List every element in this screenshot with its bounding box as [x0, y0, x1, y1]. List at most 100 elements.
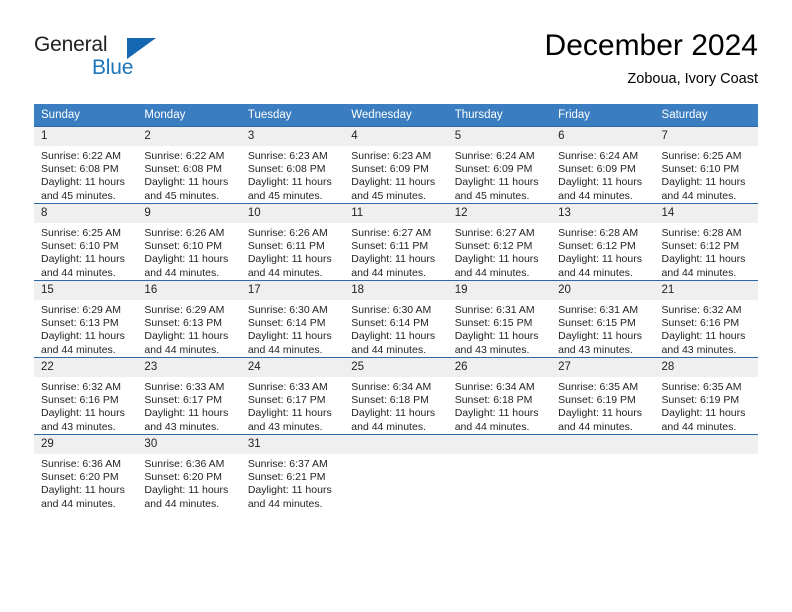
day-number: 14 [654, 204, 758, 223]
sunrise-text: Sunrise: 6:22 AM [41, 150, 121, 162]
day-cell[interactable]: 13 Sunrise: 6:28 AM Sunset: 6:12 PM Dayl… [551, 203, 655, 281]
weekday-header-sunday: Sunday [34, 104, 138, 127]
sunrise-text: Sunrise: 6:31 AM [558, 304, 639, 316]
day-number [551, 435, 655, 454]
sunrise-sunset-calendar: Sunday Monday Tuesday Wednesday Thursday… [34, 104, 758, 511]
day-cell[interactable]: 22 Sunrise: 6:32 AM Sunset: 6:16 PM Dayl… [34, 357, 138, 435]
day-cell[interactable]: 20 Sunrise: 6:31 AM Sunset: 6:15 PM Dayl… [551, 280, 655, 358]
day-cell[interactable]: 26 Sunrise: 6:34 AM Sunset: 6:18 PM Dayl… [447, 357, 552, 435]
day-number: 16 [137, 281, 241, 300]
daylight-text-line2: and 44 minutes. [558, 189, 633, 202]
daylight-text-line2: and 45 minutes. [144, 189, 220, 202]
day-details: Sunrise: 6:33 AM Sunset: 6:17 PM Dayligh… [137, 377, 240, 434]
day-cell[interactable]: 10 Sunrise: 6:26 AM Sunset: 6:11 PM Dayl… [240, 203, 345, 281]
day-number: 1 [34, 127, 138, 146]
sunrise-text: Sunrise: 6:25 AM [661, 150, 742, 162]
day-cell[interactable]: 19 Sunrise: 6:31 AM Sunset: 6:15 PM Dayl… [447, 280, 552, 358]
sunset-text: Sunset: 6:08 PM [144, 163, 223, 176]
day-number: 31 [240, 435, 345, 454]
week-row: 15 Sunrise: 6:29 AM Sunset: 6:13 PM Dayl… [34, 280, 758, 358]
day-cell[interactable]: 3 Sunrise: 6:23 AM Sunset: 6:08 PM Dayli… [240, 126, 345, 204]
day-cell[interactable]: 11 Sunrise: 6:27 AM Sunset: 6:11 PM Dayl… [344, 203, 448, 281]
sunrise-text: Sunrise: 6:29 AM [41, 304, 121, 316]
day-cell[interactable]: 2 Sunrise: 6:22 AM Sunset: 6:08 PM Dayli… [137, 126, 241, 204]
daylight-text-line2: and 44 minutes. [558, 266, 633, 279]
day-cell[interactable]: 15 Sunrise: 6:29 AM Sunset: 6:13 PM Dayl… [34, 280, 138, 358]
sunrise-text: Sunrise: 6:28 AM [661, 227, 742, 239]
day-number: 15 [34, 281, 138, 300]
day-cell[interactable]: 8 Sunrise: 6:25 AM Sunset: 6:10 PM Dayli… [34, 203, 138, 281]
day-number [344, 435, 448, 454]
sunrise-text: Sunrise: 6:34 AM [454, 381, 535, 393]
day-cell[interactable]: 17 Sunrise: 6:30 AM Sunset: 6:14 PM Dayl… [240, 280, 345, 358]
day-number: 11 [344, 204, 448, 223]
day-cell[interactable]: 18 Sunrise: 6:30 AM Sunset: 6:14 PM Dayl… [344, 280, 448, 358]
day-number: 30 [137, 435, 241, 454]
sunset-text: Sunset: 6:17 PM [247, 394, 326, 407]
daylight-text-line1: Daylight: 11 hours [454, 407, 539, 420]
day-cell[interactable]: 23 Sunrise: 6:33 AM Sunset: 6:17 PM Dayl… [137, 357, 241, 435]
daylight-text-line1: Daylight: 11 hours [454, 330, 539, 343]
day-number: 24 [240, 358, 345, 377]
day-cell[interactable]: 27 Sunrise: 6:35 AM Sunset: 6:19 PM Dayl… [551, 357, 655, 435]
day-cell[interactable]: 21 Sunrise: 6:32 AM Sunset: 6:16 PM Dayl… [654, 280, 758, 358]
daylight-text-line1: Daylight: 11 hours [144, 484, 229, 497]
day-cell[interactable]: 5 Sunrise: 6:24 AM Sunset: 6:09 PM Dayli… [447, 126, 552, 204]
day-cell[interactable]: 6 Sunrise: 6:24 AM Sunset: 6:09 PM Dayli… [551, 126, 655, 204]
day-cell[interactable]: 1 Sunrise: 6:22 AM Sunset: 6:08 PM Dayli… [34, 126, 138, 204]
daylight-text-line2: and 45 minutes. [247, 189, 323, 202]
daylight-text-line1: Daylight: 11 hours [351, 407, 436, 420]
day-details: Sunrise: 6:28 AM Sunset: 6:12 PM Dayligh… [655, 223, 758, 280]
day-cell[interactable]: 7 Sunrise: 6:25 AM Sunset: 6:10 PM Dayli… [654, 126, 758, 204]
daylight-text-line2: and 44 minutes. [661, 266, 737, 279]
day-number: 21 [654, 281, 758, 300]
daylight-text-line2: and 44 minutes. [144, 343, 220, 356]
sunset-text: Sunset: 6:13 PM [41, 317, 119, 330]
daylight-text-line2: and 44 minutes. [351, 343, 426, 356]
page-header: General Blue December 2024 Zoboua, Ivory… [0, 0, 792, 96]
day-cell[interactable]: 9 Sunrise: 6:26 AM Sunset: 6:10 PM Dayli… [137, 203, 241, 281]
day-cell[interactable]: 31 Sunrise: 6:37 AM Sunset: 6:21 PM Dayl… [240, 434, 345, 511]
daylight-text-line1: Daylight: 11 hours [41, 407, 125, 420]
logo-text-blue: Blue [92, 56, 134, 79]
sunrise-text: Sunrise: 6:33 AM [144, 381, 225, 393]
sunset-text: Sunset: 6:10 PM [41, 240, 119, 253]
daylight-text-line1: Daylight: 11 hours [247, 330, 332, 343]
sunset-text: Sunset: 6:20 PM [144, 471, 223, 484]
day-number: 7 [654, 127, 758, 146]
sunset-text: Sunset: 6:08 PM [41, 163, 119, 176]
sunset-text: Sunset: 6:15 PM [558, 317, 636, 330]
sunrise-text: Sunrise: 6:28 AM [558, 227, 639, 239]
day-cell[interactable]: 29 Sunrise: 6:36 AM Sunset: 6:20 PM Dayl… [34, 434, 138, 511]
daylight-text-line2: and 45 minutes. [454, 189, 530, 202]
daylight-text-line2: and 44 minutes. [454, 420, 530, 433]
sunset-text: Sunset: 6:19 PM [661, 394, 740, 407]
weekday-header-monday: Monday [137, 104, 241, 127]
day-cell[interactable]: 12 Sunrise: 6:27 AM Sunset: 6:12 PM Dayl… [447, 203, 552, 281]
day-cell[interactable]: 28 Sunrise: 6:35 AM Sunset: 6:19 PM Dayl… [654, 357, 758, 435]
day-cell[interactable]: 16 Sunrise: 6:29 AM Sunset: 6:13 PM Dayl… [137, 280, 241, 358]
general-blue-logo[interactable]: General Blue [34, 33, 274, 83]
daylight-text-line2: and 43 minutes. [247, 420, 323, 433]
day-cell[interactable]: 14 Sunrise: 6:28 AM Sunset: 6:12 PM Dayl… [654, 203, 758, 281]
sunrise-text: Sunrise: 6:37 AM [247, 458, 328, 470]
sunset-text: Sunset: 6:11 PM [351, 240, 429, 253]
sunset-text: Sunset: 6:09 PM [454, 163, 533, 176]
day-number: 23 [137, 358, 241, 377]
day-cell[interactable]: 30 Sunrise: 6:36 AM Sunset: 6:20 PM Dayl… [137, 434, 241, 511]
sunset-text: Sunset: 6:12 PM [661, 240, 740, 253]
day-number: 5 [447, 127, 552, 146]
day-details: Sunrise: 6:25 AM Sunset: 6:10 PM Dayligh… [34, 223, 137, 280]
day-cell[interactable]: 4 Sunrise: 6:23 AM Sunset: 6:09 PM Dayli… [344, 126, 448, 204]
day-details: Sunrise: 6:30 AM Sunset: 6:14 PM Dayligh… [241, 300, 344, 357]
daylight-text-line1: Daylight: 11 hours [247, 176, 332, 189]
day-number: 25 [344, 358, 448, 377]
sunrise-text: Sunrise: 6:23 AM [351, 150, 432, 162]
day-cell[interactable]: 25 Sunrise: 6:34 AM Sunset: 6:18 PM Dayl… [344, 357, 448, 435]
day-cell[interactable]: 24 Sunrise: 6:33 AM Sunset: 6:17 PM Dayl… [240, 357, 345, 435]
weekday-header-saturday: Saturday [654, 104, 758, 127]
day-number: 22 [34, 358, 138, 377]
day-number: 12 [447, 204, 552, 223]
weekday-header-friday: Friday [551, 104, 655, 127]
day-number: 9 [137, 204, 241, 223]
